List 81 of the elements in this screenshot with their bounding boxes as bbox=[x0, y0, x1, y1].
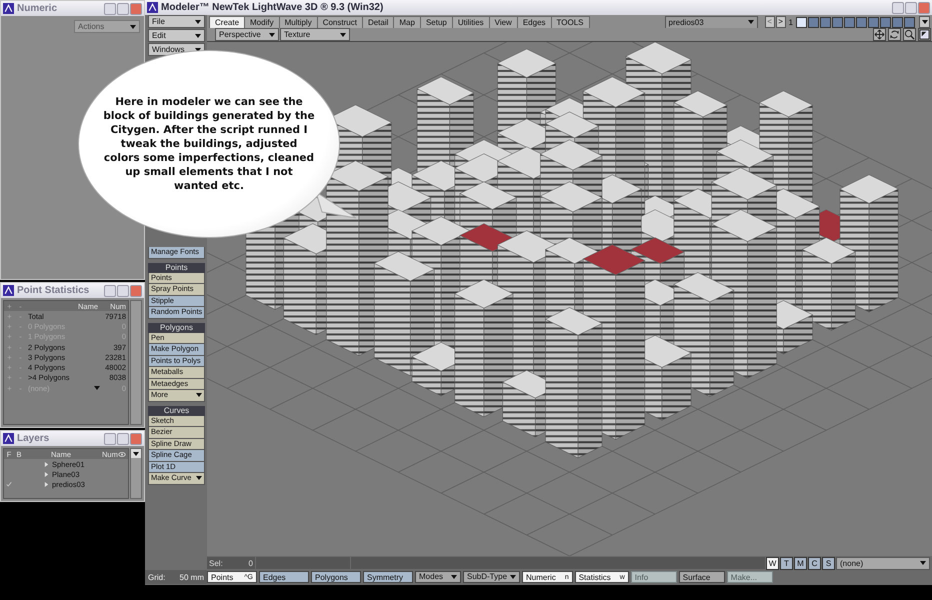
view-dropdown[interactable]: Perspective bbox=[215, 28, 279, 41]
selection-value: 0 bbox=[248, 558, 253, 568]
toolbar-button[interactable]: Surface bbox=[678, 571, 725, 583]
maximize-button[interactable] bbox=[117, 432, 129, 444]
mode-toggle[interactable]: M bbox=[794, 556, 807, 570]
toolbar-button[interactable]: Edges bbox=[259, 571, 309, 583]
grid-label: Grid: bbox=[148, 572, 166, 582]
tab[interactable]: Modify bbox=[244, 16, 280, 28]
previous-button[interactable]: < bbox=[764, 16, 775, 28]
toolbar-button[interactable]: Symmetry bbox=[363, 571, 413, 583]
group-header: Curves bbox=[148, 406, 205, 416]
surface-dropdown[interactable]: (none) bbox=[836, 556, 930, 570]
close-button[interactable] bbox=[130, 2, 142, 14]
group-header: Polygons bbox=[148, 322, 205, 332]
tab[interactable]: Utilities bbox=[452, 16, 490, 28]
group-header: Points bbox=[148, 262, 205, 272]
rotate-icon[interactable] bbox=[888, 28, 901, 41]
next-button[interactable]: > bbox=[776, 16, 786, 28]
toolbar-button[interactable]: Modes bbox=[415, 570, 461, 582]
caret-icon bbox=[922, 20, 928, 24]
caret-icon bbox=[510, 574, 516, 578]
zoom-icon[interactable] bbox=[903, 28, 916, 41]
caret-icon bbox=[133, 452, 139, 456]
close-button[interactable] bbox=[130, 284, 142, 296]
caret-icon bbox=[130, 24, 136, 28]
tab[interactable]: Construct bbox=[316, 16, 363, 28]
app-icon bbox=[3, 3, 14, 14]
caret-icon bbox=[94, 386, 100, 390]
maximize-view-icon[interactable] bbox=[918, 28, 931, 41]
scroll-button[interactable] bbox=[131, 449, 141, 458]
tab[interactable]: Multiply bbox=[278, 16, 318, 28]
caret-icon bbox=[195, 20, 201, 24]
app-icon bbox=[147, 2, 158, 13]
app-icon bbox=[3, 285, 14, 296]
caret-icon bbox=[340, 32, 346, 36]
layer-page-number: 1 bbox=[788, 18, 794, 26]
render-mode-dropdown[interactable]: Texture bbox=[280, 28, 350, 41]
tab[interactable]: Setup bbox=[420, 16, 453, 28]
check-icon[interactable] bbox=[6, 481, 12, 488]
minimize-button[interactable] bbox=[104, 432, 116, 444]
caret-icon bbox=[195, 34, 201, 38]
panel-title: Point Statistics bbox=[17, 285, 90, 296]
close-button[interactable] bbox=[130, 432, 142, 444]
tab[interactable]: Create bbox=[209, 16, 246, 28]
layer-slot[interactable] bbox=[796, 16, 807, 28]
toolbar-button[interactable]: Polygons bbox=[311, 571, 361, 583]
caret-icon bbox=[196, 393, 202, 398]
window-title: Modeler™ NewTek LightWave 3D ® 9.3 (Win32) bbox=[161, 2, 384, 13]
caret-icon bbox=[269, 32, 275, 36]
menu-dropdown[interactable]: Edit bbox=[148, 29, 205, 42]
move-icon[interactable] bbox=[873, 28, 886, 41]
maximize-button[interactable] bbox=[117, 284, 129, 296]
mode-toggle[interactable]: C bbox=[808, 556, 821, 570]
tab[interactable]: TOOLS bbox=[550, 16, 590, 28]
mode-toggle[interactable]: W bbox=[766, 556, 779, 570]
grid-value: 50 mm bbox=[180, 572, 204, 582]
tab[interactable]: View bbox=[488, 16, 518, 28]
minimize-button[interactable] bbox=[104, 284, 116, 296]
minimize-button[interactable] bbox=[104, 2, 116, 14]
caret-icon bbox=[196, 476, 202, 480]
minimize-button[interactable] bbox=[892, 2, 904, 14]
bubble-text: Here in modeler we can see the block of buildings generated by the Citygen. After the script runned I tweak the buildings, adjusted colors some imperfections, cleaned up small elements that I not wanted etc. bbox=[102, 95, 316, 193]
panel-title: Numeric bbox=[17, 3, 58, 14]
toolbar-button[interactable]: SubD-Type bbox=[463, 570, 520, 582]
mode-toggle[interactable]: T bbox=[780, 556, 793, 570]
tab[interactable]: Edges bbox=[516, 16, 552, 28]
eye-icon bbox=[118, 450, 126, 458]
scrollbar[interactable] bbox=[130, 300, 142, 425]
caret-icon bbox=[748, 20, 754, 24]
tab[interactable]: Map bbox=[393, 16, 421, 28]
caret-icon bbox=[920, 561, 926, 565]
app-icon bbox=[3, 433, 14, 444]
caret-icon bbox=[451, 574, 457, 578]
maximize-button[interactable] bbox=[117, 2, 129, 14]
mode-toggle[interactable]: S bbox=[822, 556, 835, 570]
layers-menu-button[interactable] bbox=[919, 16, 930, 28]
panel-title: Layers bbox=[17, 433, 50, 444]
tab[interactable]: Detail bbox=[362, 16, 394, 28]
layer-dropdown[interactable]: predios03 bbox=[664, 16, 758, 28]
menu-dropdown[interactable]: File bbox=[148, 15, 205, 28]
selection-label: Sel: bbox=[209, 558, 223, 568]
